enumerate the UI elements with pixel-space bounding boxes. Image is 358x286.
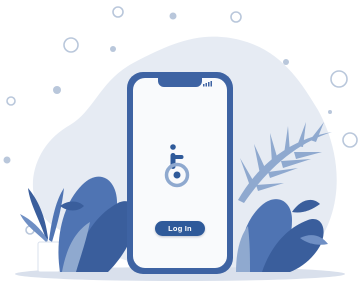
phone-notch xyxy=(158,78,202,87)
smartphone xyxy=(127,72,233,274)
login-illustration xyxy=(3,6,358,281)
login-button[interactable]: Log In xyxy=(155,221,205,236)
